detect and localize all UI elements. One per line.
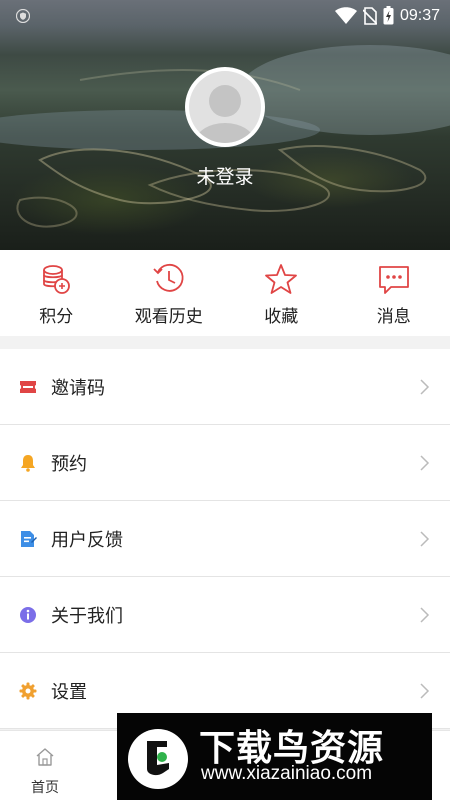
quick-action-label: 消息 bbox=[376, 307, 411, 327]
bell-icon bbox=[21, 455, 35, 472]
status-bar: 09:37 bbox=[0, 0, 450, 32]
chevron-right-icon bbox=[420, 455, 430, 471]
watermark-banner: 下载鸟资源 www.xiazainiao.com bbox=[117, 713, 432, 800]
quick-action-favorites[interactable]: 收藏 bbox=[225, 250, 338, 336]
coins-icon bbox=[43, 265, 71, 294]
gear-icon bbox=[19, 682, 37, 700]
no-sim-icon bbox=[362, 6, 377, 25]
tab-home[interactable]: 首页 bbox=[0, 731, 90, 800]
default-avatar-icon bbox=[189, 71, 261, 143]
avatar[interactable] bbox=[185, 67, 265, 147]
watermark-url: www.xiazainiao.com bbox=[201, 763, 373, 784]
info-icon bbox=[20, 607, 36, 623]
menu-item-label: 用户反馈 bbox=[51, 529, 123, 551]
chevron-right-icon bbox=[420, 683, 430, 699]
menu-item-reservation[interactable]: 预约 bbox=[0, 425, 450, 501]
profile-header: 09:37 未登录 bbox=[0, 0, 450, 250]
shield-icon bbox=[16, 9, 30, 23]
menu-item-label: 设置 bbox=[51, 681, 87, 703]
quick-action-label: 积分 bbox=[39, 307, 74, 327]
login-status[interactable]: 未登录 bbox=[0, 162, 450, 189]
quick-action-label: 收藏 bbox=[264, 307, 299, 327]
quick-action-history[interactable]: 观看历史 bbox=[113, 250, 226, 336]
menu-item-feedback[interactable]: 用户反馈 bbox=[0, 501, 450, 577]
tab-label: 首页 bbox=[31, 780, 59, 796]
quick-actions: 积分 观看历史 收藏 消息 bbox=[0, 250, 450, 336]
ticket-icon bbox=[20, 381, 36, 393]
chevron-right-icon bbox=[420, 379, 430, 395]
menu-item-label: 邀请码 bbox=[51, 377, 105, 399]
quick-action-points[interactable]: 积分 bbox=[0, 250, 113, 336]
history-clock-icon bbox=[153, 263, 184, 292]
wifi-icon bbox=[334, 6, 357, 24]
home-icon bbox=[36, 748, 54, 766]
status-time: 09:37 bbox=[399, 6, 440, 24]
menu-item-label: 关于我们 bbox=[51, 605, 123, 627]
chevron-right-icon bbox=[420, 531, 430, 547]
quick-action-messages[interactable]: 消息 bbox=[338, 250, 450, 336]
menu-item-invite-code[interactable]: 邀请码 bbox=[0, 349, 450, 425]
battery-charging-icon bbox=[383, 6, 394, 25]
menu-item-about-us[interactable]: 关于我们 bbox=[0, 577, 450, 653]
menu-item-label: 预约 bbox=[51, 453, 87, 475]
star-icon bbox=[265, 264, 298, 294]
feedback-icon bbox=[21, 531, 37, 547]
quick-action-label: 观看历史 bbox=[134, 307, 203, 327]
menu-list: 邀请码 预约 用户反馈 关于我们 设置 bbox=[0, 349, 450, 729]
bird-logo-icon bbox=[128, 729, 188, 789]
chevron-right-icon bbox=[420, 607, 430, 623]
message-icon bbox=[378, 266, 409, 294]
